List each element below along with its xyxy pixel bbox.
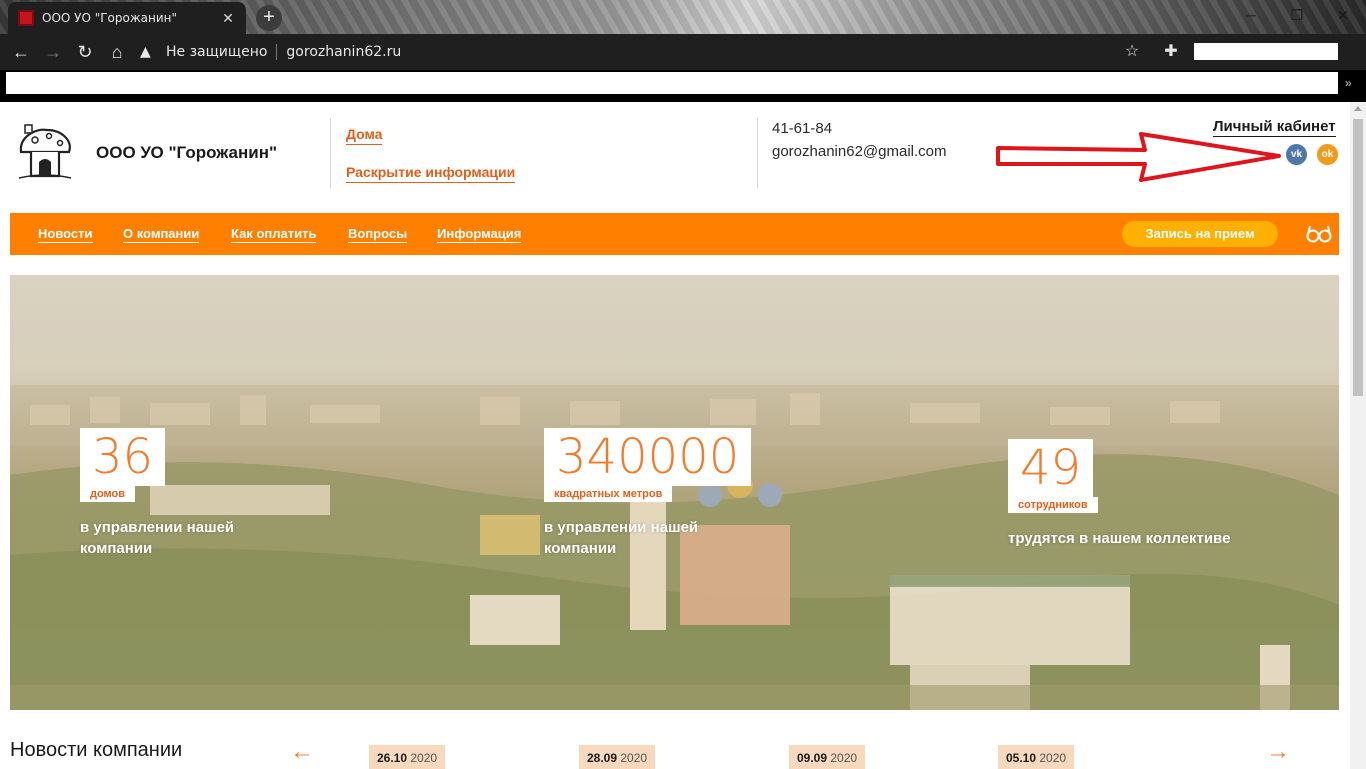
bookmarks-more-icon[interactable]: » [1345, 76, 1352, 90]
stat-description-line: в управлении нашей [544, 519, 699, 536]
extensions-puzzle-icon[interactable]: ✚ [1160, 41, 1182, 63]
bookmark-star-icon[interactable]: ☆ [1121, 41, 1143, 63]
vk-icon[interactable]: vk [1286, 144, 1307, 165]
main-navigation: Новости О компании Как оплатить Вопросы … [10, 213, 1339, 255]
browser-tab-strip: ООО УО "Горожанин" ✕ + ─ ❐ ✕ [0, 0, 1366, 34]
stat-label: квадратных метров [544, 486, 673, 502]
browser-toolbar: ← → ↻ ⌂ ▲ Не защищено gorozhanin62.ru ☆ … [0, 34, 1366, 70]
stat-description: в управлении нашей компании [80, 517, 234, 559]
browser-tab[interactable]: ООО УО "Горожанин" ✕ [8, 2, 246, 34]
security-status: Не защищено [166, 44, 268, 60]
stat-description-line: компании [80, 540, 153, 557]
bookmarks-blank-area [6, 72, 1338, 94]
news-next-arrow-icon[interactable]: → [1266, 738, 1290, 766]
stat-number: 36 [80, 428, 166, 486]
home-icon[interactable]: ⌂ [104, 40, 130, 64]
window-close-button[interactable]: ✕ [1320, 0, 1366, 30]
news-date-badge[interactable]: 09.09 2020 [789, 745, 866, 769]
address-bar[interactable]: ▲ Не защищено gorozhanin62.ru [140, 40, 1156, 64]
link-houses[interactable]: Дома [346, 126, 383, 145]
news-date-badge[interactable]: 05.10 2020 [998, 745, 1075, 769]
tab-close-icon[interactable]: ✕ [220, 10, 236, 26]
tab-title: ООО УО "Горожанин" [42, 11, 178, 25]
nav-questions[interactable]: Вопросы [348, 226, 408, 243]
news-date-day: 05.10 [1006, 751, 1037, 765]
stat-number: 49 [1008, 439, 1094, 497]
nav-news[interactable]: Новости [38, 226, 93, 243]
hero-overlay [10, 275, 1339, 710]
stat-description-line: трудятся в нашем коллективе [1008, 530, 1231, 547]
nav-how-to-pay[interactable]: Как оплатить [231, 226, 317, 243]
news-date-day: 28.09 [587, 751, 618, 765]
news-date-badge[interactable]: 26.10 2020 [369, 745, 446, 769]
reload-icon[interactable]: ↻ [72, 40, 98, 64]
stat-description: в управлении нашей компании [544, 517, 698, 559]
scroll-up-arrow-icon[interactable] [1354, 106, 1362, 111]
news-date-year: 2020 [830, 751, 858, 765]
address-separator [276, 44, 278, 60]
window-restore-button[interactable]: ❐ [1274, 0, 1320, 30]
stat-description: трудятся в нашем коллективе [1008, 528, 1230, 549]
site-favicon-icon [18, 10, 34, 26]
header-divider [757, 118, 758, 188]
stat-number: 340000 [544, 428, 752, 486]
odnoklassniki-icon[interactable]: ok [1317, 144, 1338, 165]
hero-banner: 36 домов в управлении нашей компании 340… [10, 275, 1339, 710]
news-date-day: 09.09 [797, 751, 828, 765]
news-date-badge[interactable]: 28.09 2020 [579, 745, 656, 769]
stat-description-line: в управлении нашей [80, 519, 235, 536]
window-minimize-button[interactable]: ─ [1228, 0, 1274, 30]
company-name[interactable]: ООО УО "Горожанин" [96, 143, 277, 163]
appointment-button[interactable]: Запись на прием [1122, 221, 1278, 247]
warning-icon: ▲ [140, 44, 151, 60]
red-arrow-annotation-icon [996, 132, 1281, 182]
news-section-title: Новости компании [10, 739, 183, 761]
header-divider [330, 118, 331, 188]
page-scrollbar[interactable] [1350, 102, 1366, 769]
mushroom-house-logo[interactable] [15, 122, 75, 182]
web-page: ООО УО "Горожанин" Дома Раскрытие информ… [0, 102, 1350, 769]
accessibility-glasses-icon[interactable] [1306, 224, 1332, 244]
news-date-year: 2020 [410, 751, 438, 765]
stat-description-line: компании [544, 540, 617, 557]
forward-arrow-icon[interactable]: → [40, 40, 66, 64]
link-disclosure[interactable]: Раскрытие информации [346, 164, 516, 183]
bookmarks-bar: » [0, 70, 1366, 102]
new-tab-button[interactable]: + [256, 5, 282, 31]
news-date-year: 2020 [620, 751, 648, 765]
toolbar-blank-box [1194, 43, 1338, 60]
back-arrow-icon[interactable]: ← [8, 40, 34, 64]
stat-label: домов [80, 486, 136, 502]
scrollbar-thumb[interactable] [1353, 119, 1363, 396]
news-prev-arrow-icon[interactable]: ← [290, 738, 314, 766]
url-text: gorozhanin62.ru [286, 44, 402, 60]
nav-about[interactable]: О компании [123, 226, 200, 243]
news-date-year: 2020 [1039, 751, 1067, 765]
news-date-day: 26.10 [377, 751, 408, 765]
nav-information[interactable]: Информация [437, 226, 522, 243]
stat-label: сотрудников [1008, 497, 1098, 513]
email-address[interactable]: gorozhanin62@gmail.com [772, 143, 947, 160]
phone-number[interactable]: 41-61-84 [772, 120, 832, 137]
